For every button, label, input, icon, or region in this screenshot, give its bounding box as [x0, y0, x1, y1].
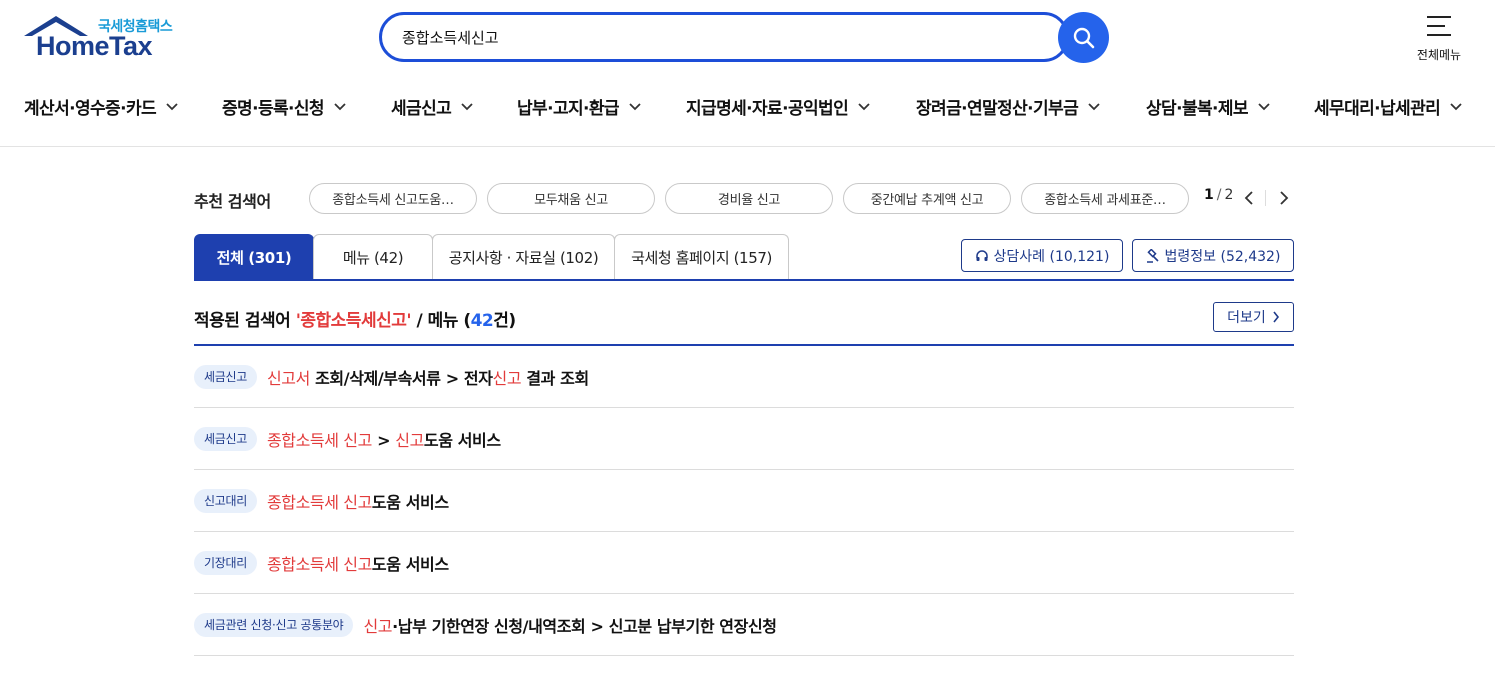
recommend-chip[interactable]: 종합소득세 신고도움…: [309, 183, 477, 214]
gnb-item-label: 상담·불복·제보: [1146, 99, 1249, 119]
result-row[interactable]: 세금신고 신고서 조회/삭제/부속서류 > 전자신고 결과 조회: [194, 346, 1294, 408]
chevron-down-icon: [1450, 102, 1462, 111]
recommend-label: 추천 검색어: [194, 192, 271, 211]
page-current: 1: [1204, 187, 1214, 203]
prev-page-button[interactable]: [1241, 188, 1257, 208]
recommend-pager: 1 / 2: [1204, 187, 1233, 203]
gavel-icon: [1146, 248, 1160, 263]
result-text-part: 종합소득세 신고: [266, 430, 372, 450]
hamburger-icon: [1427, 16, 1451, 36]
result-link[interactable]: 종합소득세 신고도움 서비스: [267, 551, 449, 575]
search-button[interactable]: [1058, 12, 1109, 63]
tab-all[interactable]: 전체 (301): [194, 234, 314, 280]
chevron-right-icon: [1280, 191, 1289, 205]
result-row[interactable]: 세금관련 신청·신고 공통분야 신고·납부 기한연장 신청/내역조회 > 신고분…: [194, 594, 1294, 656]
section-prefix: 적용된 검색어: [194, 311, 296, 331]
category-badge: 세금신고: [194, 426, 257, 451]
result-text-part: ·납부 기한연장 신청/내역조회 > 신고분 납부기한 연장신청: [392, 616, 777, 636]
chevron-down-icon: [1088, 102, 1100, 111]
all-menu-label: 전체메뉴: [1416, 48, 1462, 62]
law-info-label: 법령정보 (52,432): [1164, 248, 1281, 265]
global-nav: 계산서·영수증·카드 증명·등록·신청 세금신고 납부·고지·환급 지급명세·자…: [0, 86, 1495, 128]
result-text-part: 신고서: [266, 368, 310, 388]
section-query: '종합소득세신고': [295, 311, 412, 331]
category-badge: 세금관련 신청·신고 공통분야: [194, 612, 354, 637]
gnb-item-payment[interactable]: 납부·고지·환급: [517, 94, 641, 119]
category-badge: 세금신고: [194, 364, 257, 389]
result-text-part: 신고: [395, 430, 424, 450]
section-count: 42: [470, 311, 494, 331]
recommend-chip[interactable]: 중간예납 추계액 신고: [843, 183, 1011, 214]
gnb-item-label: 증명·등록·신청: [222, 99, 325, 119]
tab-notice[interactable]: 공지사항 · 자료실 (102): [432, 234, 615, 280]
chevron-down-icon: [629, 102, 641, 111]
all-menu-button[interactable]: 전체메뉴: [1410, 12, 1468, 64]
section-middle: / 메뉴 (: [411, 311, 471, 331]
result-text-part: 신고: [492, 368, 522, 388]
chevron-down-icon: [461, 102, 473, 111]
result-text-part: 종합소득세 신고: [266, 492, 372, 512]
more-label: 더보기: [1227, 310, 1266, 326]
gnb-item-statements[interactable]: 지급명세·자료·공익법인: [686, 94, 870, 119]
gnb-item-tax-filing[interactable]: 세금신고: [391, 94, 473, 119]
more-button[interactable]: 더보기: [1213, 302, 1294, 332]
chevron-down-icon: [858, 102, 870, 111]
gnb-item-label: 세금신고: [391, 99, 452, 119]
chevron-down-icon: [334, 102, 346, 111]
tab-menu[interactable]: 메뉴 (42): [313, 234, 433, 280]
pager-divider: [1265, 190, 1266, 206]
result-text-part: 신고: [363, 616, 393, 636]
consult-cases-label: 상담사례 (10,121): [993, 248, 1110, 265]
result-link[interactable]: 신고서 조회/삭제/부속서류 > 전자신고 결과 조회: [267, 365, 589, 389]
category-badge: 기장대리: [194, 550, 257, 575]
chevron-down-icon: [166, 102, 178, 111]
gnb-item-consulting[interactable]: 상담·불복·제보: [1146, 94, 1270, 119]
page-separator: /: [1216, 187, 1222, 203]
law-info-button[interactable]: 법령정보 (52,432): [1132, 239, 1294, 272]
result-row[interactable]: 기장대리 종합소득세 신고도움 서비스: [194, 532, 1294, 594]
gnb-item-label: 지급명세·자료·공익법인: [686, 99, 849, 119]
category-badge: 신고대리: [194, 488, 257, 513]
chevron-left-icon: [1244, 191, 1253, 205]
gnb-item-label: 장려금·연말정산·기부금: [916, 99, 1079, 119]
gnb-item-tax-agent[interactable]: 세무대리·납세관리: [1314, 94, 1462, 119]
recommend-chip[interactable]: 경비율 신고: [665, 183, 833, 214]
result-text-part: 결과 조회: [521, 368, 589, 388]
result-text-part: 종합소득세 신고: [266, 554, 372, 574]
result-link[interactable]: 종합소득세 신고도움 서비스: [267, 489, 449, 513]
result-row[interactable]: 세금신고 종합소득세 신고 > 신고도움 서비스: [194, 408, 1294, 470]
tab-nts-homepage[interactable]: 국세청 홈페이지 (157): [614, 234, 789, 280]
result-link[interactable]: 종합소득세 신고 > 신고도움 서비스: [267, 427, 501, 451]
search-box: [379, 12, 1069, 62]
section-suffix: 건): [493, 311, 516, 331]
recommend-chip[interactable]: 종합소득세 과세표준…: [1021, 183, 1189, 214]
result-text-part: 도움 서비스: [371, 492, 449, 512]
tab-underline: [194, 279, 1294, 281]
result-link[interactable]: 신고·납부 기한연장 신청/내역조회 > 신고분 납부기한 연장신청: [363, 613, 777, 637]
hometax-logo[interactable]: 국세청홈택스 HomeTax: [22, 14, 182, 64]
logo-title: HomeTax: [36, 31, 153, 61]
result-text-part: 도움 서비스: [371, 554, 449, 574]
chevron-down-icon: [1258, 102, 1270, 111]
consult-cases-button[interactable]: 상담사례 (10,121): [961, 239, 1123, 272]
gnb-item-invoice[interactable]: 계산서·영수증·카드: [24, 94, 178, 119]
recommend-chip[interactable]: 모두채움 신고: [487, 183, 655, 214]
gnb-item-incentives[interactable]: 장려금·연말정산·기부금: [916, 94, 1100, 119]
headset-icon: [975, 249, 989, 263]
gnb-item-label: 납부·고지·환급: [517, 99, 620, 119]
search-icon: [1073, 27, 1094, 48]
result-row[interactable]: 신고대리 종합소득세 신고도움 서비스: [194, 470, 1294, 532]
result-text-part: 도움 서비스: [423, 430, 501, 450]
section-title: 적용된 검색어 '종합소득세신고' / 메뉴 (42건): [194, 306, 516, 331]
next-page-button[interactable]: [1276, 188, 1292, 208]
chevron-right-icon: [1272, 311, 1280, 323]
gnb-item-certificate[interactable]: 증명·등록·신청: [222, 94, 346, 119]
gnb-item-label: 계산서·영수증·카드: [24, 99, 157, 119]
search-input[interactable]: [402, 28, 1002, 46]
page-total: 2: [1224, 187, 1234, 203]
header-divider: [0, 146, 1495, 147]
result-text-part: >: [371, 430, 396, 450]
result-text-part: 조회/삭제/부속서류 > 전자: [309, 368, 493, 388]
gnb-item-label: 세무대리·납세관리: [1314, 99, 1441, 119]
